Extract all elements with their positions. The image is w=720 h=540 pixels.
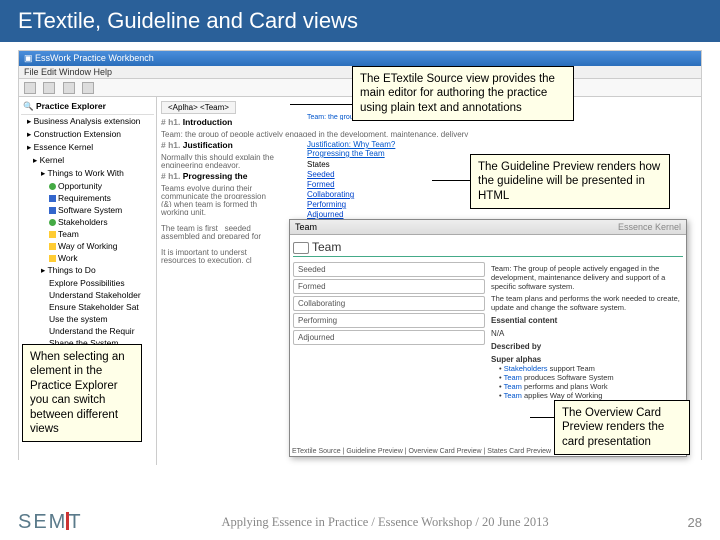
editor-tab[interactable]: <Aplha> <Team> <box>161 101 236 114</box>
tree-item[interactable]: ▸ Business Analysis extension <box>21 115 154 128</box>
tree-item[interactable]: ▸ Things to Work With <box>21 167 154 180</box>
slide-content: ▣ EssWork Practice Workbench File Edit W… <box>0 42 720 482</box>
tree-item[interactable]: Software System <box>21 204 154 216</box>
alpha-icon <box>49 231 56 238</box>
card-bullet: • Team produces Software System <box>491 373 683 382</box>
preview-tabs[interactable]: ETextile Source | Guideline Preview | Ov… <box>292 448 551 455</box>
tree-item[interactable]: Stakeholders <box>21 216 154 228</box>
toolbar-icon[interactable] <box>24 82 36 94</box>
tree-item[interactable]: Use the system <box>21 313 154 325</box>
explorer-title: 🔍 Practice Explorer <box>21 99 154 115</box>
tree-item[interactable]: ▸ Construction Extension <box>21 128 154 141</box>
card-state-row[interactable]: Seeded <box>293 262 485 277</box>
card-desc: Team: The group of people actively engag… <box>491 264 683 291</box>
tree-item[interactable]: Ensure Stakeholder Sat <box>21 301 154 313</box>
toolbar-icon[interactable] <box>43 82 55 94</box>
state-link[interactable]: Formed <box>307 180 417 189</box>
footer-text: Applying Essence in Practice / Essence W… <box>83 515 688 530</box>
slide-footer: SEMT Applying Essence in Practice / Esse… <box>0 511 720 534</box>
alpha-icon <box>49 207 56 214</box>
state-link[interactable]: Performing <box>307 200 417 209</box>
callout-card: The Overview Card Preview renders the ca… <box>554 400 690 455</box>
toolbar-icon[interactable] <box>63 82 75 94</box>
state-link[interactable]: Adjourned <box>307 210 417 219</box>
card-state-row[interactable]: Collaborating <box>293 296 485 311</box>
card-plan: The team plans and performs the work nee… <box>491 294 683 312</box>
tree-item[interactable]: Opportunity <box>21 180 154 192</box>
card-state-row[interactable]: Formed <box>293 279 485 294</box>
tree-item[interactable]: Explore Possibilities <box>21 277 154 289</box>
tree-item[interactable]: Way of Working <box>21 240 154 252</box>
editor-text: Team: the group of people actively engag… <box>161 130 697 137</box>
alpha-icon <box>49 255 56 262</box>
callout-etextile: The ETextile Source view provides the ma… <box>352 66 574 121</box>
slide-title: ETextile, Guideline and Card views <box>0 0 720 42</box>
tree-item[interactable]: Understand Stakeholder <box>21 289 154 301</box>
tree-item[interactable]: ▸ Things to Do <box>21 264 154 277</box>
alpha-icon <box>49 183 56 190</box>
state-link[interactable]: Seeded <box>307 170 417 179</box>
card-state-row[interactable]: Performing <box>293 313 485 328</box>
preview-tab[interactable]: Team Essence Kernel <box>290 220 686 235</box>
tree-item[interactable]: Requirements <box>21 192 154 204</box>
tree-item[interactable]: Understand the Requir <box>21 325 154 337</box>
toolbar-icon[interactable] <box>82 82 94 94</box>
state-link[interactable]: Collaborating <box>307 190 417 199</box>
card-bullet: • Team applies Way of Working <box>491 391 683 400</box>
callout-guideline: The Guideline Preview renders how the gu… <box>470 154 670 209</box>
alpha-icon <box>49 219 56 226</box>
tree-item[interactable]: ▸ Essence Kernel <box>21 141 154 154</box>
card-bullet: • Stakeholders support Team <box>491 364 683 373</box>
callout-explorer: When selecting an element in the Practic… <box>22 344 142 442</box>
page-number: 28 <box>688 515 702 530</box>
window-title: ▣ EssWork Practice Workbench <box>19 51 701 66</box>
tree-item[interactable]: ▸ Kernel <box>21 154 154 167</box>
logo-bar-icon <box>66 512 69 530</box>
card-bullet: • Team performs and plans Work <box>491 382 683 391</box>
tree-item[interactable]: Team <box>21 228 154 240</box>
tree-item[interactable]: Work <box>21 252 154 264</box>
team-icon <box>293 242 309 254</box>
card-title: Team <box>293 238 683 257</box>
semat-logo: SEMT <box>18 511 83 534</box>
window-title-text: EssWork Practice Workbench <box>35 53 154 63</box>
alpha-icon <box>49 195 56 202</box>
card-state-row[interactable]: Adjourned <box>293 330 485 345</box>
alpha-icon <box>49 243 56 250</box>
